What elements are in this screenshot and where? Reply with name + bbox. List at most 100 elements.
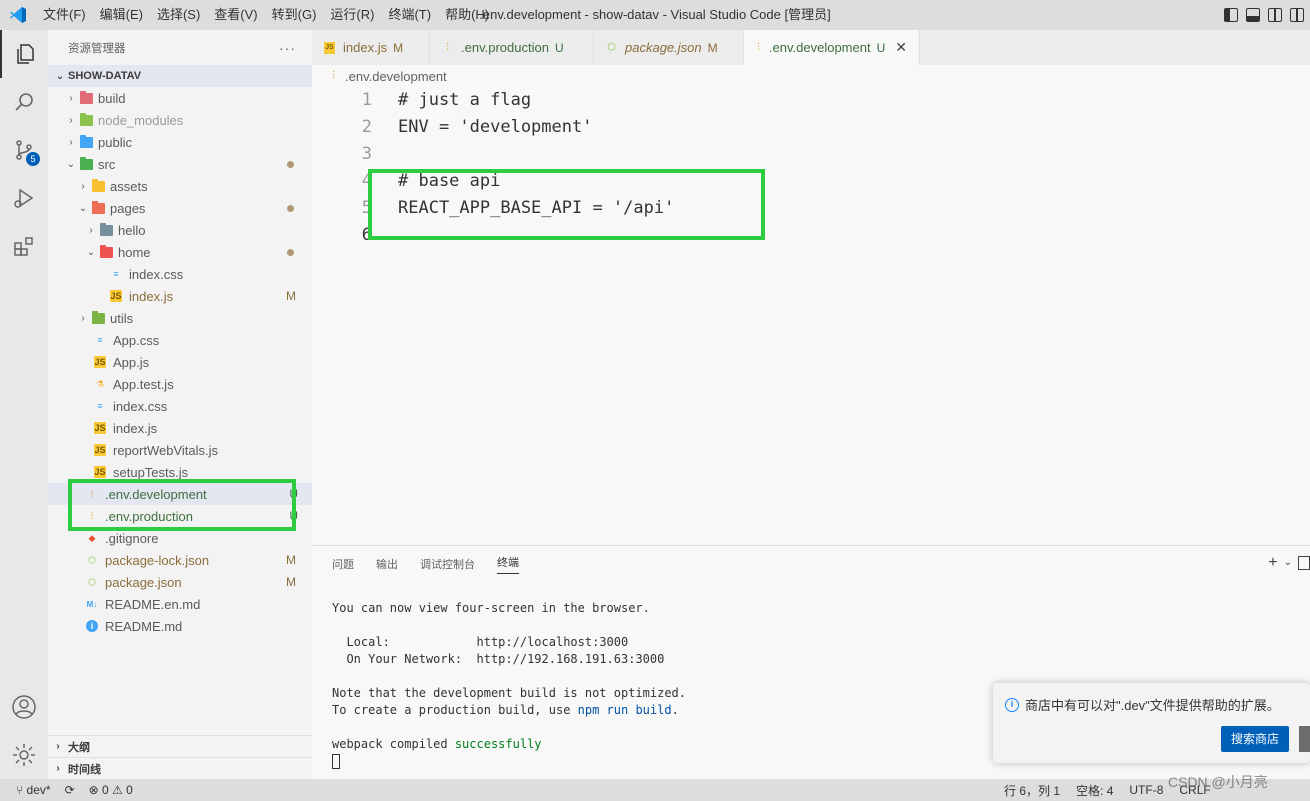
- outline-section[interactable]: › 大纲: [48, 735, 312, 757]
- menu-terminal[interactable]: 终端(T): [381, 0, 438, 30]
- tree-file-src-index-css[interactable]: ≡ index.css: [48, 395, 312, 417]
- close-tab-icon[interactable]: ✕: [895, 39, 907, 56]
- line-number: 4: [361, 171, 372, 191]
- chevron-right-icon: ›: [56, 763, 60, 774]
- menu-selection[interactable]: 选择(S): [150, 0, 207, 30]
- menu-help[interactable]: 帮助(H): [438, 0, 496, 30]
- panel-actions: + ⌄: [1268, 554, 1310, 572]
- extension-notification: i 商店中有可以对".dev"文件提供帮助的扩展。 搜索商店: [993, 683, 1310, 763]
- accounts-icon[interactable]: [0, 683, 48, 731]
- tab-status: M: [393, 40, 404, 55]
- status-bar: ⑂ dev* ⟳ ⊗ 0 ⚠ 0 行 6，列 1 空格: 4 UTF-8 CRL…: [0, 779, 1310, 801]
- terminal-link[interactable]: http://localhost:3000: [477, 635, 629, 649]
- tree-file-src-index-js[interactable]: JS index.js: [48, 417, 312, 439]
- customize-layout-icon[interactable]: [1290, 8, 1304, 22]
- folder-icon: [92, 200, 105, 214]
- menu-edit[interactable]: 编辑(E): [93, 0, 150, 30]
- tree-label: src: [98, 156, 116, 172]
- chevron-down-icon: ⌄: [66, 158, 76, 170]
- source-control-icon[interactable]: 5: [0, 126, 48, 174]
- tree-label: App.css: [113, 332, 160, 348]
- tab-status: U: [876, 40, 886, 55]
- layout-controls: [1224, 0, 1310, 30]
- breadcrumb: ⫶ .env.development: [312, 65, 1310, 87]
- tree-file-app-js[interactable]: JS App.js: [48, 351, 312, 373]
- secondary-button[interactable]: [1299, 726, 1310, 752]
- chevron-down-icon[interactable]: ⌄: [1284, 554, 1292, 572]
- encoding[interactable]: UTF-8: [1129, 783, 1163, 797]
- settings-file-icon: ⫶: [757, 41, 760, 53]
- settings-gear-icon[interactable]: [0, 731, 48, 779]
- tab-index-js[interactable]: JS index.js M: [312, 30, 430, 65]
- tree-file-package-lock[interactable]: ⬡ package-lock.json M: [48, 549, 312, 571]
- tab-debug-console[interactable]: 调试控制台: [420, 556, 475, 572]
- panel-tabs: 问题 输出 调试控制台 终端: [312, 546, 1310, 582]
- tree-label: hello: [118, 222, 146, 238]
- vscode-logo-icon: [0, 0, 36, 30]
- tree-folder-src[interactable]: ⌄ src: [48, 153, 312, 175]
- tab-status: M: [707, 40, 718, 55]
- toggle-sidebar-icon[interactable]: [1224, 8, 1238, 22]
- new-terminal-icon[interactable]: +: [1268, 554, 1277, 572]
- code-editor[interactable]: 1 # just a flag 2 ENV = 'development' 3 …: [312, 87, 1310, 545]
- explorer-title: 资源管理器: [68, 42, 126, 55]
- toggle-panel-icon[interactable]: [1246, 8, 1260, 22]
- menu-view[interactable]: 查看(V): [207, 0, 264, 30]
- explorer-icon[interactable]: [0, 30, 48, 78]
- search-icon[interactable]: [0, 78, 48, 126]
- tab-env-development[interactable]: ⫶ .env.development U ✕: [744, 30, 920, 65]
- tree-file-report-web-vitals[interactable]: JS reportWebVitals.js: [48, 439, 312, 461]
- split-terminal-icon[interactable]: [1298, 556, 1310, 570]
- indentation[interactable]: 空格: 4: [1076, 782, 1113, 799]
- problems-count[interactable]: ⊗ 0 ⚠ 0: [89, 783, 133, 797]
- timeline-section[interactable]: › 时间线: [48, 757, 312, 779]
- tree-file-index-js[interactable]: JS index.js M: [48, 285, 312, 307]
- tree-label: App.js: [113, 354, 150, 370]
- highlight-box-code: [368, 169, 765, 240]
- chevron-down-icon: ⌄: [86, 246, 96, 258]
- menu-go[interactable]: 转到(G): [265, 0, 324, 30]
- more-actions-icon[interactable]: ···: [279, 40, 296, 56]
- tree-file-readme-en[interactable]: M↓ README.en.md: [48, 593, 312, 615]
- tab-package-json[interactable]: ⬡ package.json M: [594, 30, 744, 65]
- highlight-box-files: [68, 479, 296, 531]
- line-number: 1: [361, 90, 372, 110]
- menu-run[interactable]: 运行(R): [323, 0, 381, 30]
- branch-item[interactable]: ⑂ dev*: [16, 783, 51, 797]
- tree-file-app-test-js[interactable]: ⚗ App.test.js: [48, 373, 312, 395]
- terminal-link[interactable]: http://192.168.191.63:3000: [477, 652, 665, 666]
- tree-folder-public[interactable]: › public: [48, 131, 312, 153]
- tree-folder-pages[interactable]: ⌄ pages: [48, 197, 312, 219]
- menu-file[interactable]: 文件(F): [36, 0, 93, 30]
- line-number: 5: [361, 198, 372, 218]
- tree-folder-home[interactable]: ⌄ home: [48, 241, 312, 263]
- cursor-position[interactable]: 行 6，列 1: [1004, 782, 1060, 799]
- tree-folder-assets[interactable]: › assets: [48, 175, 312, 197]
- sync-icon[interactable]: ⟳: [65, 783, 75, 797]
- tree-folder-hello[interactable]: › hello: [48, 219, 312, 241]
- tab-problems[interactable]: 问题: [332, 556, 354, 572]
- settings-file-icon: ⫶: [332, 70, 335, 81]
- tree-folder-utils[interactable]: › utils: [48, 307, 312, 329]
- code-text: ENV = 'development': [398, 117, 593, 137]
- run-debug-icon[interactable]: [0, 174, 48, 222]
- tree-file-index-css[interactable]: ≡ index.css: [48, 263, 312, 285]
- css-file-icon: ≡: [97, 401, 103, 411]
- tab-output[interactable]: 输出: [376, 556, 398, 572]
- modified-dot: [287, 160, 294, 168]
- tree-folder-build[interactable]: › build: [48, 87, 312, 109]
- folder-icon: [100, 222, 113, 236]
- tab-terminal[interactable]: 终端: [497, 554, 519, 574]
- project-root[interactable]: ⌄ SHOW-DATAV: [48, 65, 312, 87]
- toggle-secondary-sidebar-icon[interactable]: [1268, 8, 1282, 22]
- tree-file-app-css[interactable]: ≡ App.css: [48, 329, 312, 351]
- tree-folder-node-modules[interactable]: › node_modules: [48, 109, 312, 131]
- git-status-badge: M: [286, 553, 296, 567]
- breadcrumb-file[interactable]: .env.development: [345, 69, 447, 84]
- extensions-icon[interactable]: [0, 222, 48, 270]
- tab-env-production[interactable]: ⫶ .env.production U: [430, 30, 594, 65]
- terminal-output[interactable]: You can now view four-screen in the brow…: [332, 600, 686, 770]
- tree-file-readme[interactable]: i README.md: [48, 615, 312, 637]
- tree-file-package-json[interactable]: ⬡ package.json M: [48, 571, 312, 593]
- search-marketplace-button[interactable]: 搜索商店: [1221, 726, 1289, 752]
